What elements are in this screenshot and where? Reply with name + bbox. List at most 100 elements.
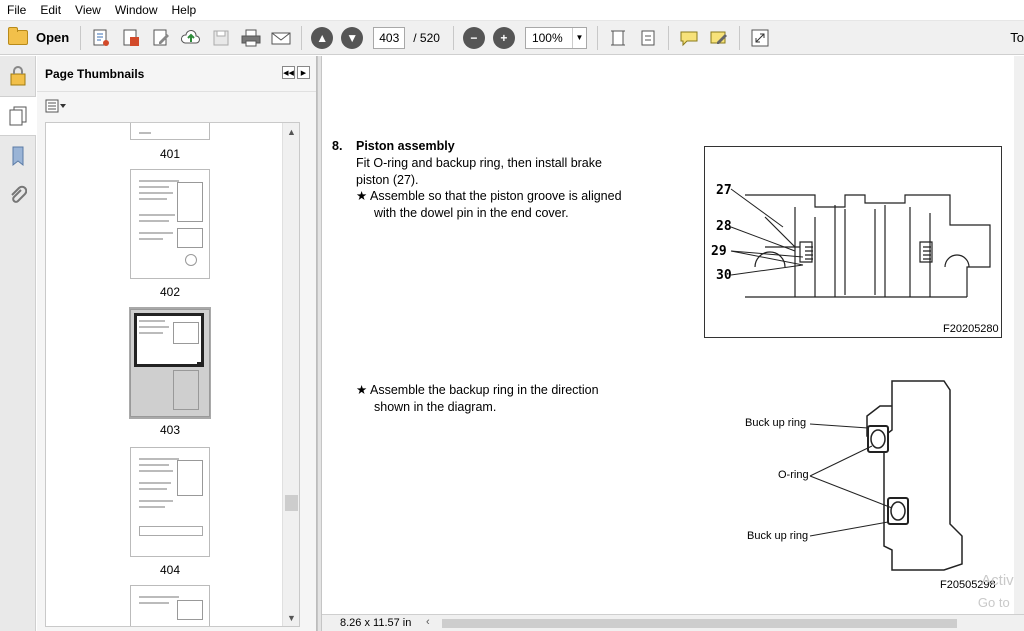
fit-width-button[interactable]	[635, 25, 661, 51]
bookmarks-button[interactable]	[0, 136, 36, 176]
triangle-right-icon: ▶	[300, 69, 307, 77]
piston-diagram: 27 28 29 30 F20205280	[704, 146, 1002, 338]
menu-bar: File Edit View Window Help	[0, 0, 1024, 21]
thumbnail-label: 402	[159, 285, 181, 299]
scrollbar-thumb[interactable]	[285, 495, 298, 511]
thumbnail-scrollbar[interactable]: ▲ ▼	[282, 123, 299, 626]
scroll-left-icon[interactable]: ‹	[426, 616, 430, 628]
page-size: 8.26 x 11.57 in	[340, 617, 412, 629]
tools-tab[interactable]: To	[1010, 30, 1024, 45]
horizontal-scrollbar[interactable]: ‹	[422, 616, 1024, 630]
attachments-button[interactable]	[0, 176, 36, 216]
cloud-upload-button[interactable]	[178, 25, 204, 51]
page-thumbnails-icon	[9, 106, 27, 126]
comment-icon	[680, 31, 698, 46]
thumbnail-label: 404	[159, 563, 181, 577]
scroll-down-icon[interactable]: ▼	[283, 609, 299, 626]
fit-width-icon	[641, 30, 655, 45]
page-thumbnail-404[interactable]	[130, 447, 210, 557]
bullet-line: with the dowel pin in the end cover.	[374, 206, 569, 220]
menu-window[interactable]: Window	[108, 3, 165, 17]
diagram-label: Buck up ring	[745, 417, 807, 429]
scrollbar-thumb[interactable]	[442, 619, 957, 628]
page-number-input[interactable]: 403	[373, 26, 406, 49]
callout-label: 28	[716, 219, 732, 234]
document-view: 8. Piston assembly Fit O-ring and backup …	[322, 56, 1024, 614]
plus-icon: +	[492, 26, 515, 49]
collapse-panel-button[interactable]: ◀◀	[282, 66, 295, 79]
menu-view[interactable]: View	[68, 3, 108, 17]
thumbnails-panel-header: Page Thumbnails ◀◀ ▶	[37, 56, 316, 92]
thumbnail-label: 403	[159, 423, 181, 437]
page-thumbnail-405[interactable]	[130, 585, 210, 626]
callout-label: 27	[716, 183, 732, 198]
toolbar-separator	[738, 25, 740, 50]
page-thumbnail-401[interactable]	[130, 123, 210, 140]
minus-icon: −	[462, 26, 485, 49]
zoom-out-button[interactable]: −	[461, 25, 487, 51]
lock-button[interactable]	[0, 56, 36, 96]
export-pdf-button[interactable]	[118, 25, 144, 51]
page-thumbnail-403[interactable]	[130, 309, 210, 417]
page-thumbnail-402[interactable]	[130, 169, 210, 279]
toolbar-separator	[80, 25, 82, 50]
section-number: 8.	[332, 139, 343, 153]
chevron-down-icon: ▼	[571, 27, 586, 48]
edit-pdf-button[interactable]	[148, 25, 174, 51]
comment-button[interactable]	[676, 25, 702, 51]
figure-caption: F20205280	[943, 323, 999, 335]
open-label: Open	[36, 30, 70, 45]
piston-drawing	[730, 188, 991, 298]
scroll-up-icon[interactable]: ▲	[283, 123, 299, 140]
menu-help[interactable]: Help	[165, 3, 204, 17]
document-scrollbar[interactable]	[1014, 56, 1024, 614]
create-pdf-icon	[93, 29, 110, 46]
toolbar-separator	[452, 25, 454, 50]
options-menu-icon	[45, 99, 66, 113]
email-button[interactable]	[268, 25, 294, 51]
thumbnail-label: 401	[159, 147, 181, 161]
menu-edit[interactable]: Edit	[33, 3, 68, 17]
status-bar: 8.26 x 11.57 in ‹	[322, 614, 1024, 631]
bullet-line: shown in the diagram.	[374, 400, 497, 414]
export-pdf-icon	[123, 29, 140, 46]
fit-page-button[interactable]	[605, 25, 631, 51]
diagram-label: Buck up ring	[747, 530, 809, 542]
edit-pdf-icon	[153, 29, 170, 45]
save-button[interactable]	[208, 25, 234, 51]
section-heading: 8. Piston assembly	[332, 139, 455, 153]
bullet-line: ★ Assemble so that the piston groove is …	[356, 189, 622, 203]
highlight-button[interactable]	[706, 25, 732, 51]
create-pdf-button[interactable]	[88, 25, 114, 51]
next-page-button[interactable]: ▼	[339, 25, 365, 51]
section-title: Piston assembly	[356, 139, 455, 153]
highlighter-icon	[710, 31, 727, 44]
previous-page-button[interactable]: ▲	[309, 25, 335, 51]
arrow-down-icon: ▼	[341, 26, 364, 49]
toolbar-separator	[596, 25, 598, 50]
toolbar-separator	[301, 25, 303, 50]
navigation-rail	[0, 56, 36, 631]
toolbar-separator	[667, 25, 669, 50]
bookmark-icon	[12, 146, 24, 167]
menu-file[interactable]: File	[0, 3, 33, 17]
arrow-up-icon: ▲	[311, 26, 334, 49]
save-icon	[213, 30, 229, 45]
thumbnail-list: 401 402 403 404 ▲ ▼	[45, 122, 300, 627]
expand-panel-button[interactable]: ▶	[297, 66, 310, 79]
open-button[interactable]: Open	[0, 25, 75, 51]
full-screen-button[interactable]	[747, 25, 773, 51]
envelope-icon	[271, 32, 291, 44]
expand-icon	[751, 29, 769, 46]
backup-ring-diagram	[809, 380, 963, 571]
print-button[interactable]	[238, 25, 264, 51]
thumbnail-options-button[interactable]	[37, 92, 316, 120]
zoom-in-button[interactable]: +	[491, 25, 517, 51]
paragraph-line: Fit O-ring and backup ring, then install…	[356, 156, 602, 170]
panel-title: Page Thumbnails	[45, 66, 145, 81]
page-thumbnails-button[interactable]	[0, 96, 36, 136]
page-total: / 520	[413, 30, 440, 45]
zoom-select[interactable]: 100% ▼	[524, 26, 587, 49]
paragraph-line: piston (27).	[356, 173, 419, 187]
zoom-value: 100%	[531, 30, 563, 45]
